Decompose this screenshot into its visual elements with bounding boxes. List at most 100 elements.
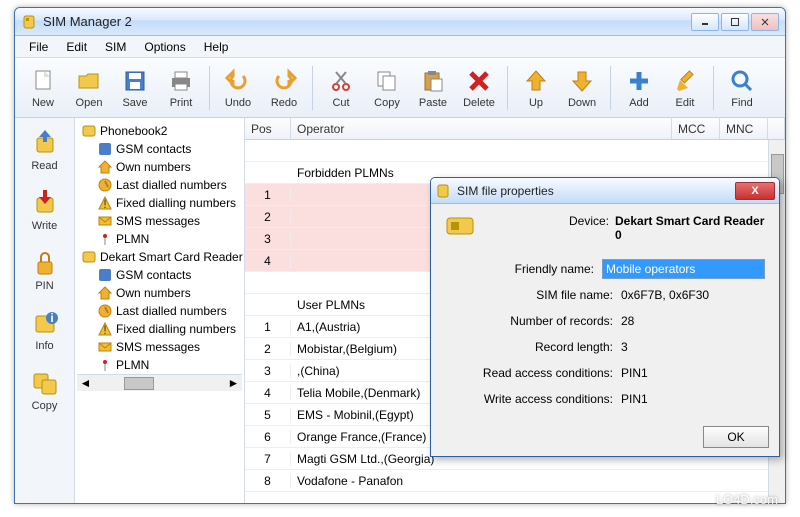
tree-view[interactable]: Phonebook2 GSM contacts Own numbers Last di…: [75, 118, 245, 503]
tree-label: Dekart Smart Card Reader 0: [100, 250, 245, 264]
tree-item[interactable]: Last dialled numbers: [77, 176, 242, 194]
copy-sim-button[interactable]: Copy: [21, 362, 69, 418]
tree-label: SMS messages: [116, 214, 200, 228]
tree-label: Last dialled numbers: [116, 304, 227, 318]
app-icon: [21, 14, 37, 30]
table-row[interactable]: 8Vodafone - Panafon: [245, 470, 785, 492]
header-mnc[interactable]: MNC: [720, 118, 768, 139]
plmn-icon: [97, 357, 113, 373]
tree-label: Last dialled numbers: [116, 178, 227, 192]
dialog-titlebar[interactable]: SIM file properties X: [431, 178, 779, 204]
tree-item[interactable]: GSM contacts: [77, 266, 242, 284]
close-button[interactable]: [751, 13, 779, 31]
redo-button[interactable]: Redo: [262, 61, 306, 115]
tree-hscrollbar[interactable]: ◄►: [77, 374, 242, 391]
sms-icon: [97, 339, 113, 355]
print-button[interactable]: Print: [159, 61, 203, 115]
folder-icon: [81, 249, 97, 265]
copy-button[interactable]: Copy: [365, 61, 409, 115]
menu-file[interactable]: File: [21, 38, 56, 56]
menu-help[interactable]: Help: [196, 38, 237, 56]
records-value: 28: [621, 314, 765, 328]
redo-icon: [270, 67, 298, 95]
records-label: Number of records:: [445, 314, 621, 328]
down-button[interactable]: Down: [560, 61, 604, 115]
window-title: SIM Manager 2: [43, 14, 691, 29]
new-button[interactable]: New: [21, 61, 65, 115]
open-button[interactable]: Open: [67, 61, 111, 115]
plmn-icon: [97, 231, 113, 247]
contacts-icon: [97, 141, 113, 157]
pin-button[interactable]: PIN: [21, 242, 69, 298]
tree-root[interactable]: Phonebook2: [77, 122, 242, 140]
section-title: Forbidden PLMNs: [291, 166, 394, 180]
open-icon: [75, 67, 103, 95]
info-button[interactable]: iInfo: [21, 302, 69, 358]
read-button[interactable]: Read: [21, 122, 69, 178]
dialog-close-button[interactable]: X: [735, 182, 775, 200]
tree-label: PLMN: [116, 232, 149, 246]
read-access-label: Read access conditions:: [445, 366, 621, 380]
header-mcc[interactable]: MCC: [672, 118, 720, 139]
device-label: Device:: [485, 214, 615, 242]
reclen-label: Record length:: [445, 340, 621, 354]
dial-icon: [97, 177, 113, 193]
row-operator: Vodafone - Panafon: [291, 474, 785, 488]
tree-item[interactable]: SMS messages: [77, 338, 242, 356]
write-button[interactable]: Write: [21, 182, 69, 238]
tree-item[interactable]: !Fixed dialling numbers: [77, 194, 242, 212]
tree-root[interactable]: Dekart Smart Card Reader 0: [77, 248, 242, 266]
minimize-button[interactable]: [691, 13, 719, 31]
edit-button[interactable]: Edit: [663, 61, 707, 115]
svg-text:!: !: [103, 323, 106, 337]
tree-item[interactable]: Own numbers: [77, 158, 242, 176]
tree-label: Own numbers: [116, 160, 191, 174]
undo-button[interactable]: Undo: [216, 61, 260, 115]
tree-label: SMS messages: [116, 340, 200, 354]
sidebar: Read Write PIN iInfo Copy: [15, 118, 75, 503]
home-icon: [97, 159, 113, 175]
tree-item[interactable]: SMS messages: [77, 212, 242, 230]
add-icon: [625, 67, 653, 95]
tree-item[interactable]: Last dialled numbers: [77, 302, 242, 320]
device-value: Dekart Smart Card Reader 0: [615, 214, 765, 242]
sms-icon: [97, 213, 113, 229]
dial-icon: [97, 303, 113, 319]
row-pos: 7: [245, 452, 291, 466]
row-pos: 3: [245, 232, 291, 246]
paste-button[interactable]: Paste: [411, 61, 455, 115]
menu-options[interactable]: Options: [136, 38, 193, 56]
print-icon: [167, 67, 195, 95]
header-operator[interactable]: Operator: [291, 118, 672, 139]
delete-button[interactable]: Delete: [457, 61, 501, 115]
tree-label: Own numbers: [116, 286, 191, 300]
menu-edit[interactable]: Edit: [58, 38, 95, 56]
home-icon: [97, 285, 113, 301]
tree-item[interactable]: PLMN: [77, 356, 242, 374]
save-button[interactable]: Save: [113, 61, 157, 115]
up-button[interactable]: Up: [514, 61, 558, 115]
row-pos: 1: [245, 320, 291, 334]
row-pos: 4: [245, 254, 291, 268]
tree-item[interactable]: PLMN: [77, 230, 242, 248]
reclen-value: 3: [621, 340, 765, 354]
sim-card-icon: [445, 214, 485, 242]
find-button[interactable]: Find: [720, 61, 764, 115]
maximize-button[interactable]: [721, 13, 749, 31]
ok-button[interactable]: OK: [703, 426, 769, 448]
tree-item[interactable]: Own numbers: [77, 284, 242, 302]
paste-icon: [419, 67, 447, 95]
svg-text:i: i: [50, 311, 53, 325]
tree-label: Phonebook2: [100, 124, 167, 138]
row-pos: 4: [245, 386, 291, 400]
add-button[interactable]: Add: [617, 61, 661, 115]
simfile-value: 0x6F7B, 0x6F30: [621, 288, 765, 302]
tree-item[interactable]: GSM contacts: [77, 140, 242, 158]
down-icon: [568, 67, 596, 95]
menu-sim[interactable]: SIM: [97, 38, 134, 56]
tree-item[interactable]: !Fixed dialling numbers: [77, 320, 242, 338]
header-pos[interactable]: Pos: [245, 118, 291, 139]
cut-button[interactable]: Cut: [319, 61, 363, 115]
friendly-name-input[interactable]: [602, 259, 765, 279]
read-access-value: PIN1: [621, 366, 765, 380]
